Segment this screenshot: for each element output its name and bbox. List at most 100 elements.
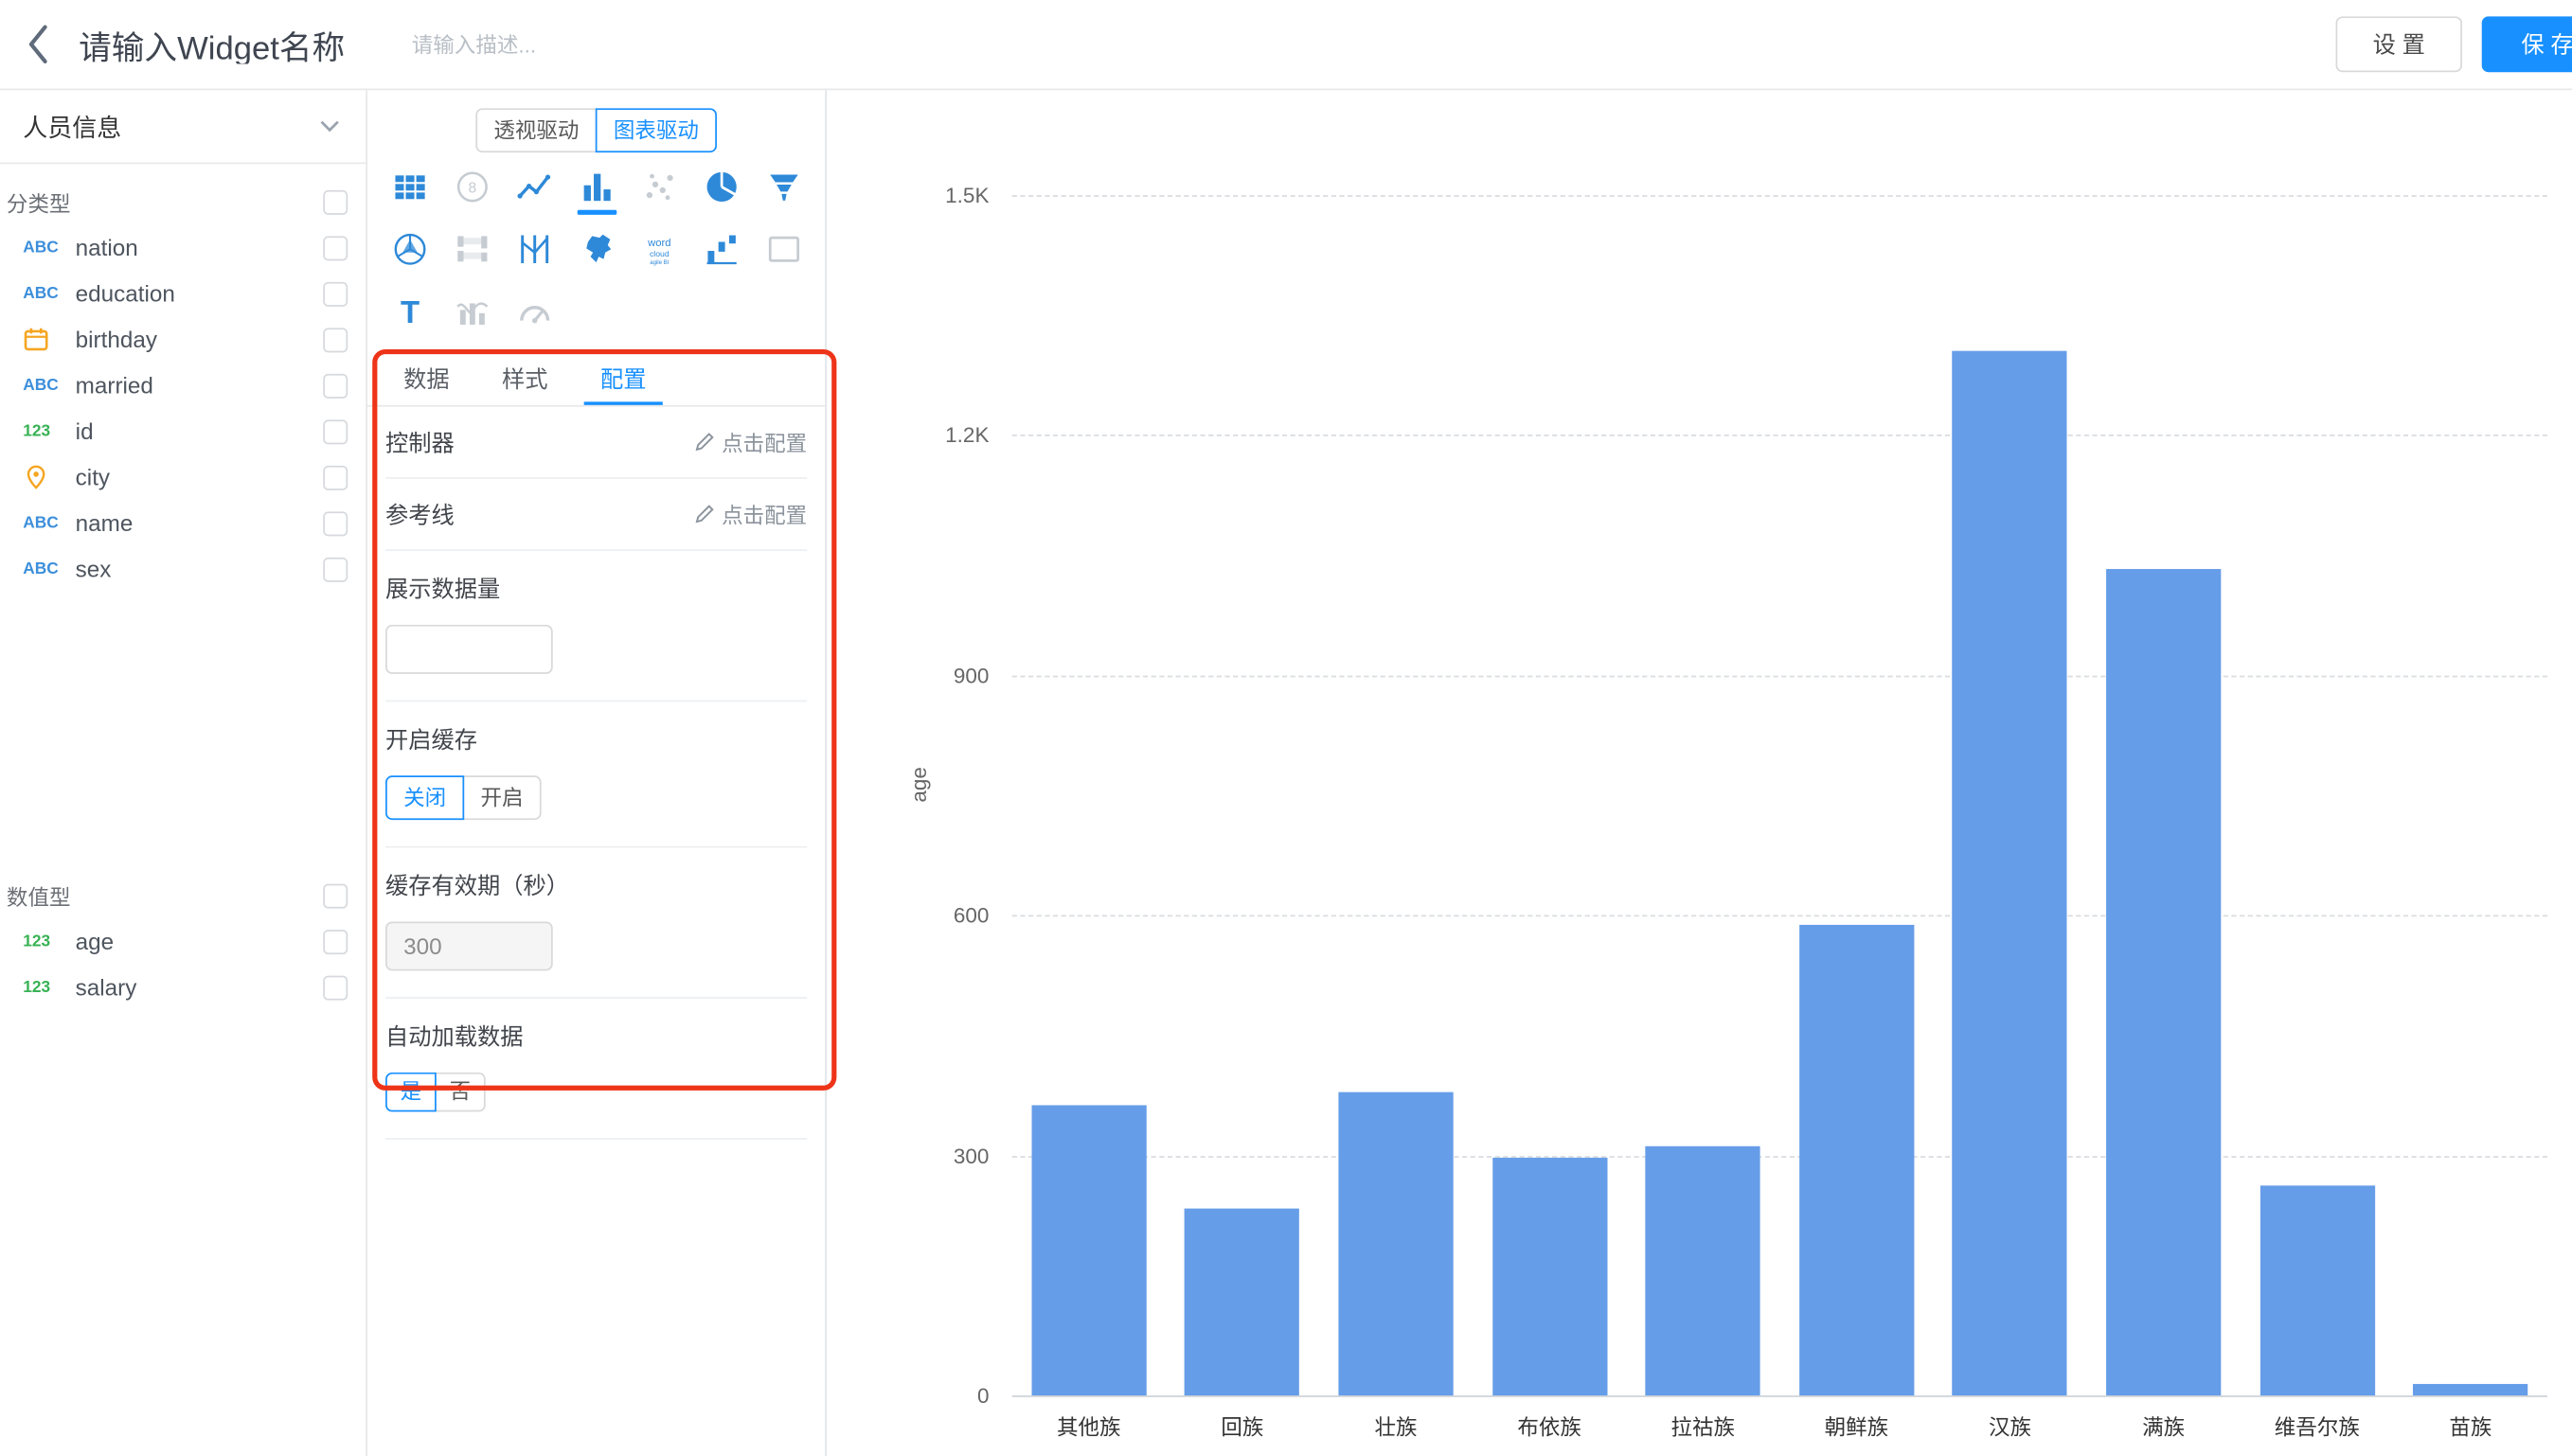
pencil-icon xyxy=(694,504,716,525)
svg-text:agile BI: agile BI xyxy=(649,260,668,266)
iframe-chart-icon[interactable] xyxy=(752,222,814,277)
field-name: sex xyxy=(76,556,112,582)
bar-朝鲜族[interactable] xyxy=(1799,925,1914,1395)
field-checkbox[interactable] xyxy=(323,975,348,1000)
field-row-name[interactable]: ABC name xyxy=(0,500,366,545)
chart-type-grid: 8 wordcloud agile BI T xyxy=(367,159,825,340)
x-tick-label: 壮族 xyxy=(1375,1411,1418,1442)
field-row-id[interactable]: 123 id xyxy=(0,408,366,453)
x-tick-label: 满族 xyxy=(2142,1411,2185,1442)
field-row-education[interactable]: ABC education xyxy=(0,271,366,316)
y-tick-label: 1.5K xyxy=(945,183,989,207)
scorecard-chart-icon[interactable]: 8 xyxy=(440,159,503,215)
field-row-sex[interactable]: ABC sex xyxy=(0,546,366,592)
view-selector[interactable]: 人员信息 xyxy=(0,90,366,164)
bar-拉祜族[interactable] xyxy=(1646,1146,1760,1395)
text-chart-icon[interactable]: T xyxy=(378,284,440,340)
field-name: salary xyxy=(76,974,137,1001)
widget-description-input[interactable] xyxy=(412,32,658,57)
settings-button[interactable]: 设 置 xyxy=(2336,16,2462,72)
cache-on-option[interactable]: 开启 xyxy=(462,775,541,820)
y-tick-label: 600 xyxy=(954,903,990,928)
widget-editor: 设 置 保 存 人员信息 分类型 ABC nation ABC educatio… xyxy=(0,0,2572,1456)
sankey-chart-icon[interactable] xyxy=(440,222,503,277)
field-row-city[interactable]: city xyxy=(0,454,366,500)
x-tick-label: 拉祜族 xyxy=(1670,1411,1735,1442)
field-row-married[interactable]: ABC married xyxy=(0,363,366,408)
field-checkbox[interactable] xyxy=(323,281,348,306)
bar-壮族[interactable] xyxy=(1338,1092,1453,1395)
save-button[interactable]: 保 存 xyxy=(2482,16,2572,72)
field-name: age xyxy=(76,928,114,954)
wordcloud-chart-icon[interactable]: wordcloud agile BI xyxy=(628,222,690,277)
x-tick-label: 朝鲜族 xyxy=(1825,1411,1889,1442)
line-chart-icon[interactable] xyxy=(503,159,565,215)
bar-苗族[interactable] xyxy=(2413,1384,2527,1395)
field-row-salary[interactable]: 123 salary xyxy=(0,964,366,1009)
parallel-chart-icon[interactable] xyxy=(503,222,565,277)
field-checkbox[interactable] xyxy=(323,929,348,953)
double-axis-chart-icon[interactable] xyxy=(440,284,503,340)
field-row-nation[interactable]: ABC nation xyxy=(0,224,366,270)
autoload-label: 自动加载数据 xyxy=(385,1020,807,1053)
chart-plot: 03006009001.2K1.5K其他族回族壮族布依族拉祜族朝鲜族汉族满族维吾… xyxy=(1012,195,2547,1395)
svg-text:word: word xyxy=(646,238,670,249)
widget-name-input[interactable] xyxy=(79,26,382,63)
cache-expire-block: 缓存有效期（秒） xyxy=(385,848,807,999)
calendar-icon xyxy=(23,327,75,353)
field-checkbox[interactable] xyxy=(323,465,348,489)
map-chart-icon[interactable] xyxy=(565,222,628,277)
reference-configure-link[interactable]: 点击配置 xyxy=(694,499,808,530)
section-checkbox[interactable] xyxy=(323,883,348,908)
gridline xyxy=(1012,1155,2547,1157)
controller-configure-link[interactable]: 点击配置 xyxy=(694,426,808,457)
waterfall-chart-icon[interactable] xyxy=(689,222,752,277)
field-row-age[interactable]: 123 age xyxy=(0,918,366,964)
field-row-birthday[interactable]: birthday xyxy=(0,316,366,362)
x-tick-label: 回族 xyxy=(1221,1411,1263,1442)
bar-回族[interactable] xyxy=(1185,1209,1299,1395)
display-limit-input[interactable] xyxy=(385,625,553,674)
pivot-drive-option[interactable]: 透视驱动 xyxy=(475,108,597,152)
back-button[interactable] xyxy=(0,0,76,89)
funnel-chart-icon[interactable] xyxy=(752,159,814,215)
bar-其他族[interactable] xyxy=(1031,1106,1146,1395)
x-tick-label: 布依族 xyxy=(1517,1411,1581,1442)
string-type-icon: ABC xyxy=(23,514,75,532)
tab-data[interactable]: 数据 xyxy=(387,356,466,405)
svg-text:cloud: cloud xyxy=(649,249,669,258)
config-panel: 透视驱动 图表驱动 8 wordcloud agile BI T 数据 样式 配置 控… xyxy=(367,90,827,1456)
field-checkbox[interactable] xyxy=(323,419,348,444)
gridline xyxy=(1012,195,2547,197)
section-label: 数值型 xyxy=(7,879,71,911)
autoload-no-option[interactable]: 否 xyxy=(435,1073,486,1112)
autoload-block: 自动加载数据 是 否 xyxy=(385,999,807,1140)
x-tick-label: 汉族 xyxy=(1989,1411,2031,1442)
table-chart-icon[interactable] xyxy=(378,159,440,215)
gauge-chart-icon[interactable] xyxy=(503,284,565,340)
svg-text:8: 8 xyxy=(468,181,476,197)
field-checkbox[interactable] xyxy=(323,373,348,398)
gridline xyxy=(1012,915,2547,917)
tab-config[interactable]: 配置 xyxy=(584,356,663,405)
radar-chart-icon[interactable] xyxy=(378,222,440,277)
chart-drive-option[interactable]: 图表驱动 xyxy=(596,108,717,152)
bar-维吾尔族[interactable] xyxy=(2259,1185,2374,1395)
cache-off-option[interactable]: 关闭 xyxy=(385,775,464,820)
field-checkbox[interactable] xyxy=(323,328,348,352)
pie-chart-icon[interactable] xyxy=(689,159,752,215)
string-type-icon: ABC xyxy=(23,560,75,578)
cache-expire-input[interactable] xyxy=(385,921,553,970)
bar-满族[interactable] xyxy=(2106,570,2221,1395)
bar-布依族[interactable] xyxy=(1492,1158,1607,1395)
field-checkbox[interactable] xyxy=(323,236,348,260)
bar-chart-icon[interactable] xyxy=(565,159,628,215)
autoload-yes-option[interactable]: 是 xyxy=(385,1073,437,1112)
field-checkbox[interactable] xyxy=(323,511,348,536)
section-checkbox[interactable] xyxy=(323,189,348,214)
config-body: 控制器 点击配置 参考线 点击配置 展示数据量 开启缓存 xyxy=(367,407,825,1140)
scatter-chart-icon[interactable] xyxy=(628,159,690,215)
field-checkbox[interactable] xyxy=(323,557,348,581)
bar-汉族[interactable] xyxy=(1953,351,2067,1395)
tab-style[interactable]: 样式 xyxy=(486,356,564,405)
